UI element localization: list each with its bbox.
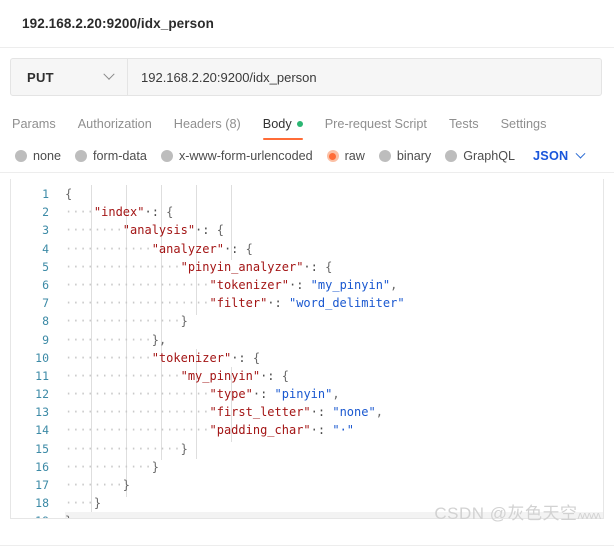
body-format-label: JSON — [533, 149, 569, 163]
line-number: 16 — [35, 459, 49, 474]
body-type-label: none — [33, 149, 62, 163]
line-number: 3 — [42, 223, 49, 238]
watermark-text: CSDN @灰色天空 — [434, 504, 578, 523]
tab-label: Tests — [448, 117, 479, 131]
tab-authorization[interactable]: Authorization — [78, 117, 152, 140]
watermark-suffix: ᴧᴧᴧᴧᴧ — [577, 510, 601, 522]
radio-icon — [445, 150, 458, 162]
chevron-down-icon — [103, 68, 115, 80]
code-line: ················"pinyin_analyzer"·: { — [65, 259, 333, 274]
body-type-label: form-data — [93, 149, 147, 163]
tab-label: Headers (8) — [173, 117, 241, 131]
code-line: ············}, — [65, 332, 167, 347]
body-type-none[interactable]: none — [15, 149, 61, 163]
body-modified-dot-icon — [296, 121, 303, 127]
line-number: 1 — [42, 187, 49, 201]
line-number: 18 — [35, 496, 49, 511]
line-number: 2 — [42, 205, 49, 220]
line-number: 17 — [35, 478, 49, 492]
line-number: 11 — [35, 368, 49, 383]
request-tabs: Params Authorization Headers (8) Body Pr… — [0, 104, 614, 140]
radio-selected-icon — [326, 150, 339, 162]
request-body-editor[interactable]: 12345678910111213141516171819 {····"inde… — [10, 179, 604, 519]
line-number: 14 — [35, 423, 49, 438]
code-line: ················"my_pinyin"·: { — [65, 368, 289, 383]
line-number: 12 — [35, 387, 49, 402]
body-type-label: raw — [344, 149, 365, 163]
line-number: 15 — [35, 441, 49, 456]
url-input-value: 192.168.2.20:9200/idx_person — [141, 69, 317, 85]
tab-label: Body — [262, 117, 292, 131]
url-input[interactable]: 192.168.2.20:9200/idx_person — [128, 59, 601, 95]
line-number: 9 — [42, 332, 49, 347]
radio-icon — [15, 150, 27, 162]
line-number: 4 — [42, 241, 49, 256]
code-line: ····················"filter"·: "word_del… — [65, 296, 405, 311]
line-number: 8 — [42, 314, 49, 329]
line-number: 5 — [42, 259, 49, 274]
csdn-watermark: CSDN @灰色天空ᴧᴧᴧᴧᴧ — [434, 499, 601, 524]
body-type-label: GraphQL — [463, 149, 516, 163]
page-title: 192.168.2.20:9200/idx_person — [22, 16, 214, 31]
tab-body[interactable]: Body — [262, 117, 303, 140]
body-type-label: binary — [396, 149, 432, 163]
request-url-bar: PUT 192.168.2.20:9200/idx_person — [10, 58, 602, 96]
tab-label: Authorization — [77, 117, 152, 131]
code-line: ····"index"·: { — [65, 205, 174, 220]
code-line: ················} — [65, 314, 188, 329]
body-type-x-www-form-urlencoded[interactable]: x-www-form-urlencoded — [160, 149, 313, 163]
line-number: 6 — [42, 277, 49, 292]
url-row: PUT 192.168.2.20:9200/idx_person — [0, 48, 614, 104]
code-line: ········"analysis"·: { — [65, 223, 224, 238]
line-number: 13 — [35, 405, 49, 420]
body-type-graphql[interactable]: GraphQL — [445, 149, 515, 163]
code-line: ····················"first_letter"·: "no… — [65, 405, 383, 420]
radio-icon — [160, 150, 173, 162]
body-type-label: x-www-form-urlencoded — [178, 149, 313, 163]
tab-label: Settings — [500, 117, 547, 131]
tab-tests[interactable]: Tests — [449, 117, 479, 140]
line-number: 19 — [11, 512, 49, 518]
tab-label: Pre-request Script — [324, 117, 427, 131]
chevron-down-icon — [575, 148, 586, 159]
line-number: 7 — [42, 296, 49, 311]
active-tab-underline — [262, 137, 303, 140]
code-line: ····················"tokenizer"·: "my_pi… — [65, 277, 398, 292]
tab-pre-request-script[interactable]: Pre-request Script — [325, 117, 427, 140]
body-type-form-data[interactable]: form-data — [75, 149, 147, 163]
tab-settings[interactable]: Settings — [501, 117, 547, 140]
code-line: ····················"type"·: "pinyin", — [65, 387, 340, 402]
window-titlebar: 192.168.2.20:9200/idx_person — [0, 0, 614, 48]
code-line: ········} — [65, 478, 131, 492]
tab-params[interactable]: Params — [12, 117, 56, 140]
postman-request-window: 192.168.2.20:9200/idx_person PUT 192.168… — [0, 0, 614, 546]
editor-line-numbers: 12345678910111213141516171819 — [11, 179, 57, 518]
code-line: ············} — [65, 459, 159, 474]
code-line: ················} — [65, 441, 188, 456]
code-line: { — [65, 187, 73, 201]
code-line: ············"analyzer"·: { — [65, 241, 253, 256]
line-number: 10 — [35, 350, 49, 365]
body-type-row: none form-data x-www-form-urlencoded raw… — [0, 140, 614, 173]
body-format-select[interactable]: JSON — [533, 148, 586, 163]
radio-icon — [75, 150, 88, 162]
http-method-label: PUT — [27, 69, 54, 85]
code-line: ············"tokenizer"·: { — [65, 350, 261, 365]
radio-icon — [378, 150, 391, 162]
tab-label: Params — [12, 117, 56, 131]
tab-headers[interactable]: Headers (8) — [174, 117, 241, 140]
editor-code-area[interactable]: { ····"index"·: { ········"analysis"·: { ··… — [57, 179, 603, 518]
body-type-raw[interactable]: raw — [326, 149, 365, 163]
code-line: ····················"padding_char"·: "·" — [65, 423, 355, 438]
body-type-binary[interactable]: binary — [378, 149, 432, 163]
http-method-select[interactable]: PUT — [11, 59, 128, 95]
